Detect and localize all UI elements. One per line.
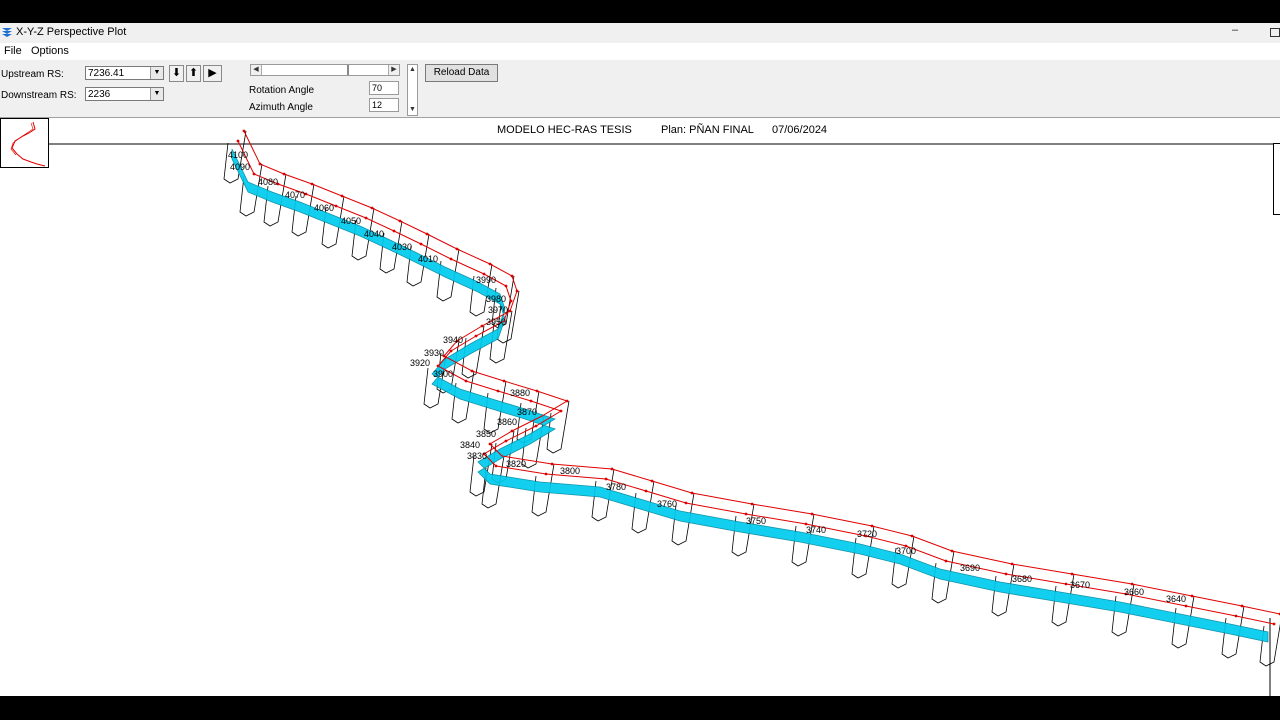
station-label: 4060 <box>314 203 334 213</box>
scroll-right-icon[interactable]: ▶ <box>388 65 399 75</box>
downstream-value: 2236 <box>88 89 111 100</box>
menu-bar: File Options <box>0 43 1280 60</box>
scroll-left-icon[interactable]: ◀ <box>251 65 262 75</box>
station-label: 4090 <box>230 162 250 172</box>
menu-options[interactable]: Options <box>31 45 69 57</box>
upstream-value: 7236.41 <box>88 68 125 79</box>
perspective-plot-area[interactable]: MODELO HEC-RAS TESIS Plan: PÑAN FINAL 07… <box>0 118 1280 696</box>
station-label: 3690 <box>960 563 980 573</box>
cross-section <box>546 400 570 454</box>
station-label: 3780 <box>606 482 626 492</box>
cross-sections <box>223 129 1280 667</box>
station-label: 3980 <box>486 294 506 304</box>
rotation-input[interactable]: 70 <box>369 81 399 95</box>
window-title: X-Y-Z Perspective Plot <box>16 26 127 38</box>
station-label: 3740 <box>806 525 826 535</box>
station-label: 4030 <box>392 242 412 252</box>
station-label: 3920 <box>410 358 430 368</box>
station-label: 3720 <box>857 529 877 539</box>
station-label: 3670 <box>1070 580 1090 590</box>
station-label: 3830 <box>467 451 487 461</box>
station-label: 3850 <box>476 429 496 439</box>
rotation-slider[interactable]: ◀ ▶ <box>250 64 400 76</box>
play-button[interactable]: ▶ <box>203 65 222 82</box>
arrow-up-button[interactable]: ⬆ <box>186 65 201 82</box>
right-bank-line <box>237 140 1275 625</box>
station-label: 3760 <box>657 499 677 509</box>
azimuth-label: Azimuth Angle <box>249 102 313 113</box>
station-labels: 4100 4090 4080 4070 4060 40504040 4030 4010 3990… <box>228 150 1186 604</box>
minimize-button[interactable]: – <box>1232 24 1238 36</box>
downstream-select[interactable]: 2236 ▼ <box>85 87 164 101</box>
chevron-down-icon[interactable]: ▼ <box>150 67 163 79</box>
station-label: 4040 <box>364 229 384 239</box>
station-label: 3940 <box>443 335 463 345</box>
toolbar: Upstream RS: 7236.41 ▼ Downstream RS: 22… <box>0 60 1280 118</box>
upstream-label: Upstream RS: <box>1 69 64 80</box>
app-window: X-Y-Z Perspective Plot – File Options Up… <box>0 23 1280 696</box>
station-label: 4070 <box>285 190 305 200</box>
rotation-label: Rotation Angle <box>249 85 315 96</box>
downstream-label: Downstream RS: <box>1 90 77 101</box>
station-label: 3750 <box>746 516 766 526</box>
station-label: 4050 <box>341 216 361 226</box>
station-label: 4080 <box>258 177 278 187</box>
app-icon <box>2 28 12 37</box>
river-perspective-drawing: 4100 4090 4080 4070 4060 40504040 4030 4010 3990… <box>49 129 1280 696</box>
chevron-down-icon[interactable]: ▼ <box>150 88 163 100</box>
azimuth-scrollbar[interactable]: ▲ ▼ <box>407 64 418 116</box>
station-label: 3700 <box>896 546 916 556</box>
station-label: 3860 <box>497 417 517 427</box>
station-label: 4100 <box>228 150 248 160</box>
reload-data-button[interactable]: Reload Data <box>425 64 498 82</box>
station-label: 3820 <box>506 459 526 469</box>
menu-file[interactable]: File <box>4 45 22 57</box>
arrow-down-button[interactable]: ⬇ <box>169 65 184 82</box>
station-label: 3800 <box>560 466 580 476</box>
scroll-down-icon[interactable]: ▼ <box>408 105 417 115</box>
station-label: 3990 <box>476 275 496 285</box>
maximize-button[interactable] <box>1270 28 1280 37</box>
azimuth-input[interactable]: 12 <box>369 98 399 112</box>
station-label: 3880 <box>510 388 530 398</box>
station-label: 3950 <box>486 317 506 327</box>
station-label: 3640 <box>1166 594 1186 604</box>
station-label: 3870 <box>517 407 537 417</box>
water-surface <box>231 148 1269 643</box>
scroll-up-icon[interactable]: ▲ <box>408 65 417 75</box>
station-label: 3970 <box>488 305 508 315</box>
slider-thumb[interactable] <box>347 65 349 75</box>
upstream-select[interactable]: 7236.41 ▼ <box>85 66 164 80</box>
title-bar: X-Y-Z Perspective Plot – <box>0 23 1280 44</box>
left-bank-line <box>243 130 1280 615</box>
station-label: 3840 <box>460 440 480 450</box>
station-label: 3930 <box>424 348 444 358</box>
station-label: 3680 <box>1012 574 1032 584</box>
station-label: 3900 <box>433 369 453 379</box>
station-label: 3660 <box>1124 587 1144 597</box>
station-label: 4010 <box>418 254 438 264</box>
